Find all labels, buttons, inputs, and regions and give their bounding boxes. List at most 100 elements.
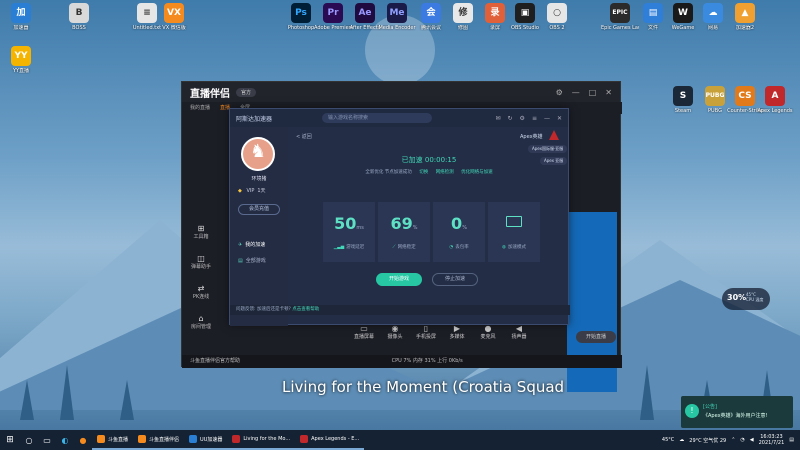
status-bar: 斗鱼直播伴侣官方帮助 CPU 7% 内存 31% 上行 0Kb/s: [182, 355, 622, 368]
feedback-text: 问题反馈: 加速后还是卡顿?: [236, 307, 291, 312]
weather-icon[interactable]: ☁: [679, 437, 684, 443]
taskbar-app[interactable]: 斗鱼直播伴侣: [133, 430, 185, 450]
back-button[interactable]: < 返回: [296, 133, 312, 140]
obs-icon: ▣: [515, 3, 535, 23]
minimize-icon[interactable]: —: [572, 88, 580, 97]
latency-card: 50ms ▁▃▅ 游戏延迟: [323, 202, 375, 262]
settings-icon[interactable]: ⚙: [556, 88, 563, 97]
games-icon: ▤: [238, 258, 243, 264]
media-source-button[interactable]: ▶ 多媒体: [445, 324, 469, 340]
desktop-icon[interactable]: VX VX 微信版: [155, 3, 193, 31]
accelerator-title: 阿斯达加速器: [236, 115, 273, 123]
stop-accelerate-button[interactable]: 停止加速: [432, 273, 478, 286]
notification-body: 《Apex英雄》海外用户注意!: [703, 413, 768, 419]
clock[interactable]: 16:03:23 2021/7/21: [759, 434, 785, 446]
stability-icon: ⟋: [392, 245, 396, 250]
maximize-icon[interactable]: □: [589, 88, 597, 97]
tab-my-live[interactable]: 我的直播: [190, 102, 210, 114]
app-icon: [97, 435, 105, 443]
task-view-icon[interactable]: ▭: [38, 436, 56, 445]
room-icon: ⌂: [198, 314, 204, 323]
pk-button[interactable]: ⇄ PK连线: [186, 284, 216, 300]
file-icon: ≡: [137, 3, 157, 23]
edge-icon[interactable]: ◐: [56, 436, 74, 445]
latency-value: 50: [334, 214, 357, 233]
game-search-input[interactable]: 输入游戏名称搜索: [322, 113, 433, 123]
stability-card: 69% ⟋ 网络稳定: [378, 202, 430, 262]
region-tag[interactable]: Apex国际服·亚服: [528, 145, 568, 153]
microphone-button[interactable]: ● 麦克风: [476, 324, 500, 340]
menu-icon[interactable]: ≡: [532, 115, 537, 122]
apex-logo-icon: [549, 130, 559, 140]
desktop-icon[interactable]: Me Media Encoder: [378, 3, 416, 31]
toolbox-button[interactable]: ⊞ 工具箱: [186, 224, 216, 240]
notification-center-icon[interactable]: ▤: [789, 437, 794, 443]
desktop-icon[interactable]: YY YY直播: [2, 46, 40, 74]
screen-source-button[interactable]: ▭ 直播屏幕: [352, 324, 376, 340]
desktop-icon[interactable]: ▲ 加速器2: [726, 3, 764, 31]
taskbar-app[interactable]: Apex Legends - E...: [295, 430, 365, 450]
start-game-button[interactable]: 开始游戏: [376, 273, 422, 286]
app-icon: B: [69, 3, 89, 23]
close-icon[interactable]: ✕: [605, 88, 612, 97]
monitor-icon: [506, 216, 522, 227]
notification-toast[interactable]: ! [公告] 《Apex英雄》海外用户注意!: [681, 396, 793, 428]
phone-source-button[interactable]: ▯ 手机投屏: [414, 324, 438, 340]
tree: [20, 380, 34, 420]
firefox-icon[interactable]: ●: [74, 436, 92, 445]
taskbar-app[interactable]: 斗鱼直播: [92, 430, 134, 450]
file-icon: ▤: [643, 3, 663, 23]
taskbar-app[interactable]: Living for the Mo...: [227, 430, 296, 450]
epic-games-icon: EPIC: [610, 3, 630, 23]
tree: [640, 365, 654, 420]
desktop-icon[interactable]: ○ OBS 2: [538, 3, 576, 31]
windows-start-icon[interactable]: ⊞: [0, 435, 20, 445]
chevron-up-icon[interactable]: ⌃: [731, 437, 735, 443]
settings-icon[interactable]: ⚙: [520, 115, 525, 122]
volume-icon[interactable]: ◀: [750, 437, 754, 443]
network-icon[interactable]: ◔: [740, 437, 744, 443]
window-controls: ⚙ — □ ✕: [556, 88, 620, 97]
app-icon: [232, 435, 241, 443]
refresh-icon[interactable]: ↻: [508, 115, 513, 122]
taskbar: ⊞ ○ ▭ ◐ ● 斗鱼直播 斗鱼直播伴侣 UU加速器 Living for t…: [0, 430, 800, 450]
accelerator-window: 阿斯达加速器 输入游戏名称搜索 ✉ ↻ ⚙ ≡ — ✕ 环境猪 ◆ VIP1天 …: [229, 108, 570, 326]
minimize-icon[interactable]: —: [544, 115, 550, 122]
wegame-icon: W: [673, 3, 693, 23]
desktop-icon[interactable]: B BOSS: [60, 3, 98, 31]
tree: [120, 380, 134, 420]
member-recharge-button[interactable]: 会员充值: [238, 204, 280, 215]
source-toolbar: ▭ 直播屏幕 ◉ 摄像头 ▯ 手机投屏 ▶ 多媒体 ● 麦克风 ◀ 扬声器: [352, 324, 531, 340]
start-live-button[interactable]: 开始直播: [576, 331, 616, 343]
desktop-icon[interactable]: 加加速器: [2, 3, 40, 31]
app-icon: 加: [11, 3, 31, 23]
nav-all-games[interactable]: ▤ 全部游戏: [234, 255, 286, 267]
room-button[interactable]: ⌂ 房间管理: [186, 314, 216, 330]
switch-link[interactable]: 切换: [419, 170, 428, 175]
app-icon: [189, 435, 198, 443]
app-logo: 直播伴侣: [190, 88, 230, 100]
close-icon[interactable]: ✕: [557, 115, 562, 122]
network-check-link[interactable]: 网络检测: [436, 170, 454, 175]
optimize-link[interactable]: 优化网络与加速: [461, 170, 493, 175]
accelerator-controls: ✉ ↻ ⚙ ≡ — ✕: [495, 115, 562, 122]
message-icon[interactable]: ✉: [495, 115, 500, 122]
mode-card[interactable]: ◍ 加速模式: [488, 202, 540, 262]
packet-loss-value: 0: [451, 214, 463, 233]
cpu-widget[interactable]: 30% 45°C CPU 温度: [722, 288, 770, 310]
plane-icon: ✈: [238, 242, 243, 248]
help-link[interactable]: 点击查看帮助: [292, 307, 319, 312]
weather-text[interactable]: 29°C 空气优 29: [689, 437, 726, 444]
search-icon[interactable]: ○: [20, 436, 38, 445]
user-avatar[interactable]: [241, 137, 275, 171]
app-icon: VX: [164, 3, 184, 23]
desktop-icon[interactable]: A Apex Legends: [756, 86, 794, 114]
notification-title: [公告]: [703, 404, 717, 410]
danmu-button[interactable]: ◫ 弹幕助手: [186, 254, 216, 270]
accelerate-info: 全新优化 节点加速成功 切换 网络检测 优化网络与加速: [365, 170, 493, 175]
nav-my-accelerate[interactable]: ✈ 我的加速: [234, 239, 286, 251]
status-metrics: CPU 7% 内存 31% 上行 0Kb/s: [391, 358, 463, 364]
taskbar-app[interactable]: UU加速器: [184, 430, 228, 450]
camera-source-button[interactable]: ◉ 摄像头: [383, 324, 407, 340]
speaker-button[interactable]: ◀ 扬声器: [507, 324, 531, 340]
